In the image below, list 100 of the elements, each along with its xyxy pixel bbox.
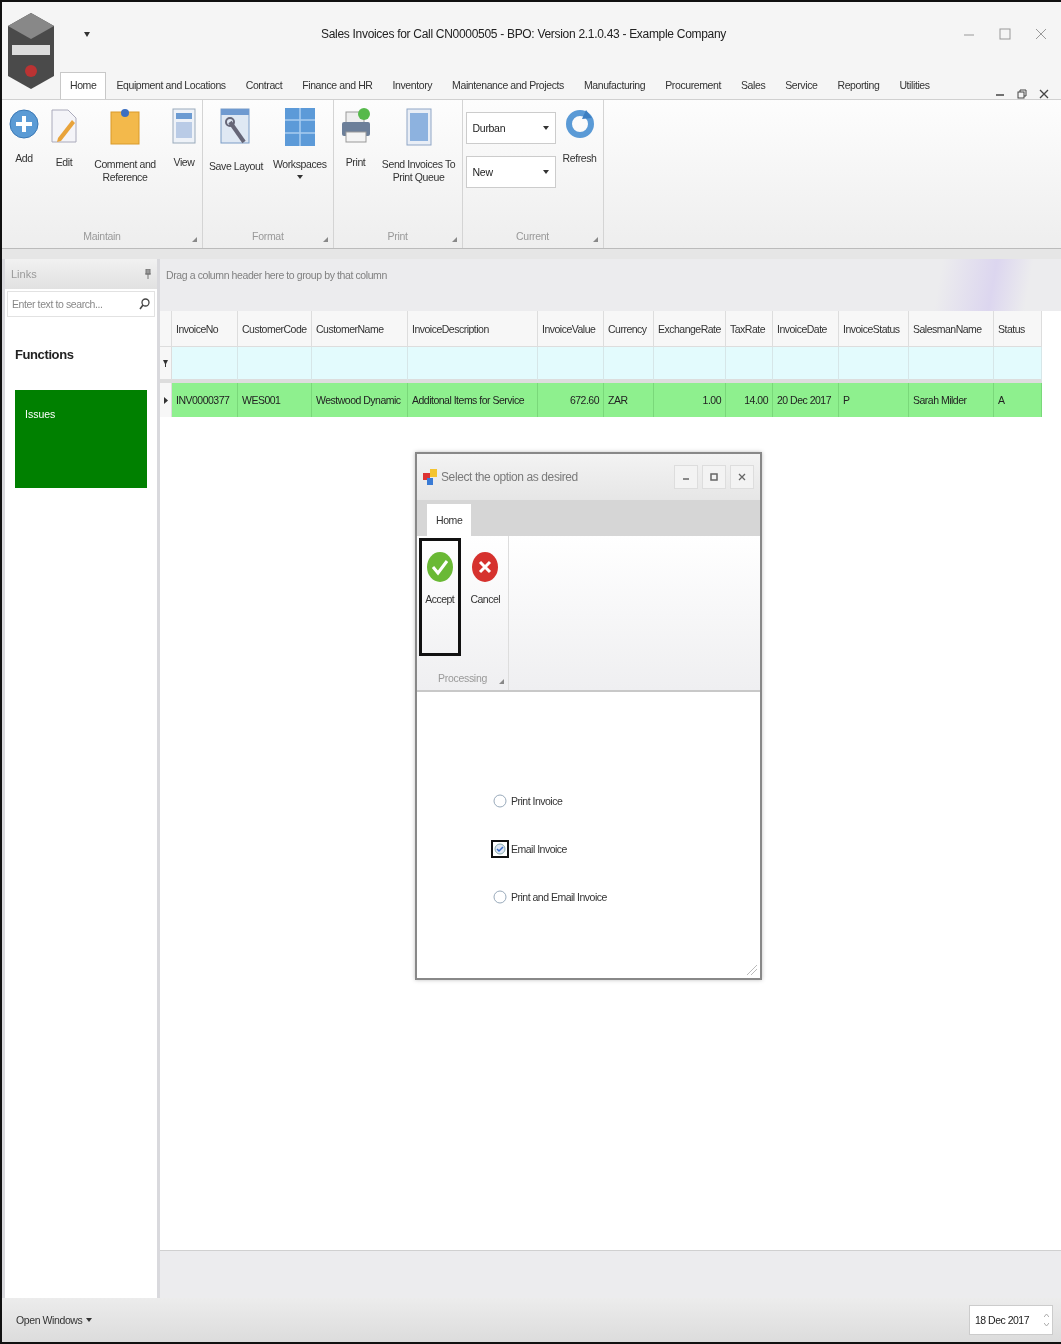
dialog-title: Select the option as desired [441, 470, 579, 484]
dialog-launcher-icon[interactable] [451, 237, 457, 242]
printer-icon [339, 108, 372, 144]
filter-cell[interactable] [773, 347, 839, 383]
ribbon-menu-button[interactable]: Workspaces [270, 104, 330, 184]
dialog-launcher-icon[interactable] [592, 237, 598, 242]
cancel-icon [471, 551, 500, 583]
close-icon[interactable] [1039, 89, 1049, 99]
radio-option[interactable]: Print and Email Invoice [491, 886, 760, 908]
ribbon-tab[interactable]: Manufacturing [573, 72, 656, 99]
ribbon-group-label: Processing [438, 672, 487, 684]
dialog-launcher-icon[interactable] [499, 679, 504, 684]
ribbon-group-label: Print [387, 230, 408, 242]
ribbon-tab[interactable]: Maintenance and Projects [442, 72, 574, 99]
ribbon-button[interactable]: View [169, 104, 199, 174]
column-header[interactable]: TaxRate [726, 311, 773, 347]
ribbon-tab[interactable]: Home [427, 504, 472, 536]
ribbon-tab[interactable]: Service [775, 72, 828, 99]
ribbon-button[interactable]: Refresh [559, 104, 600, 170]
ribbon-button[interactable]: Comment and Reference [85, 104, 165, 189]
filter-cell[interactable] [538, 347, 604, 383]
ribbon-button[interactable]: Send Invoices To Print Queue [378, 104, 459, 189]
table-cell: 672.60 [538, 383, 604, 417]
filter-cell[interactable] [312, 347, 408, 383]
ribbon-tab[interactable]: Home [60, 72, 107, 99]
ribbon-tab[interactable]: Procurement [655, 72, 731, 99]
table-cell: P [839, 383, 909, 417]
radio-option[interactable]: Email Invoice [491, 838, 760, 860]
document-queue-icon [405, 108, 432, 146]
note-icon [109, 108, 141, 146]
column-header[interactable]: Status [994, 311, 1042, 347]
column-header[interactable]: InvoiceDate [773, 311, 839, 347]
table-cell: A [994, 383, 1042, 417]
dropdown-arrow-icon [542, 126, 549, 130]
view-icon [172, 108, 196, 144]
column-header[interactable]: InvoiceNo [172, 311, 238, 347]
ribbon-tab[interactable]: Equipment and Locations [106, 72, 236, 99]
filter-cell[interactable] [604, 347, 654, 383]
column-header[interactable]: ExchangeRate [654, 311, 726, 347]
ribbon-tab[interactable]: Finance and HR [292, 72, 383, 99]
dialog-launcher-icon[interactable] [192, 237, 197, 242]
ribbon-tab[interactable]: Sales [730, 72, 776, 99]
ribbon-group-label: Format [252, 230, 284, 242]
pin-icon [145, 269, 151, 279]
ribbon-tab[interactable]: Reporting [827, 72, 890, 99]
dropdown-arrow-icon [542, 170, 549, 174]
column-header[interactable]: Currency [604, 311, 654, 347]
logo-icon [6, 10, 56, 91]
table-cell: ZAR [604, 383, 654, 417]
add-icon [8, 108, 40, 140]
dropdown-arrow-icon [296, 175, 303, 180]
filter-cell[interactable] [839, 347, 909, 383]
maximize-icon[interactable] [999, 28, 1011, 40]
table-cell: 1.00 [654, 383, 726, 417]
filter-cell[interactable] [408, 347, 538, 383]
column-header[interactable]: InvoiceStatus [839, 311, 909, 347]
accept-button[interactable]: Accept [419, 538, 461, 656]
ribbon-button[interactable]: Save Layout [206, 104, 266, 178]
close-button[interactable] [730, 465, 754, 489]
date-field[interactable]: 18 Dec 2017 [969, 1305, 1053, 1335]
open-windows-button[interactable]: Open Windows [16, 1314, 93, 1326]
filter-cell[interactable] [994, 347, 1042, 383]
filter-cell[interactable] [909, 347, 994, 383]
table-cell: 20 Dec 2017 [773, 383, 839, 417]
column-header[interactable]: CustomerName [312, 311, 408, 347]
combo-box[interactable]: New [465, 156, 556, 188]
table-cell: WES001 [238, 383, 312, 417]
refresh-icon [563, 108, 596, 140]
search-field[interactable]: Enter text to search... [7, 291, 155, 317]
ribbon-tab[interactable]: Utilities [889, 72, 940, 99]
cancel-button[interactable]: Cancel [464, 538, 506, 656]
minimize-button[interactable] [674, 465, 698, 489]
function-tile[interactable]: Issues [15, 390, 147, 488]
radio-option[interactable]: Print Invoice [491, 790, 760, 812]
table-cell: Additonal Items for Service [408, 383, 538, 417]
restore-icon[interactable] [1017, 89, 1027, 99]
quick-access-dropdown-icon [84, 31, 90, 37]
column-header[interactable]: CustomerCode [238, 311, 312, 347]
filter-icon [163, 359, 168, 367]
table-cell: Sarah Milder [909, 383, 994, 417]
filter-cell[interactable] [238, 347, 312, 383]
maximize-button[interactable] [702, 465, 726, 489]
filter-cell[interactable] [654, 347, 726, 383]
filter-cell[interactable] [726, 347, 773, 383]
filter-cell[interactable] [172, 347, 238, 383]
table-cell: INV0000377 [172, 383, 238, 417]
ribbon-button[interactable]: Edit [47, 104, 81, 174]
check-icon [425, 551, 454, 583]
window-title: Sales Invoices for Call CN0000505 - BPO: Version 2.1.0.43 - Example Company [319, 27, 728, 41]
workspaces-icon [284, 108, 315, 146]
column-header[interactable]: SalesmanName [909, 311, 994, 347]
column-header[interactable]: InvoiceDescription [408, 311, 538, 347]
ribbon-tab[interactable]: Inventory [382, 72, 443, 99]
resize-grip-icon[interactable] [746, 964, 758, 976]
ribbon-tab[interactable]: Contract [235, 72, 293, 99]
ribbon-button[interactable]: Add [5, 104, 43, 170]
ribbon-button[interactable]: Print [336, 104, 375, 174]
column-header[interactable]: InvoiceValue [538, 311, 604, 347]
dialog-launcher-icon[interactable] [322, 237, 328, 242]
combo-box[interactable]: Durban [465, 112, 556, 144]
